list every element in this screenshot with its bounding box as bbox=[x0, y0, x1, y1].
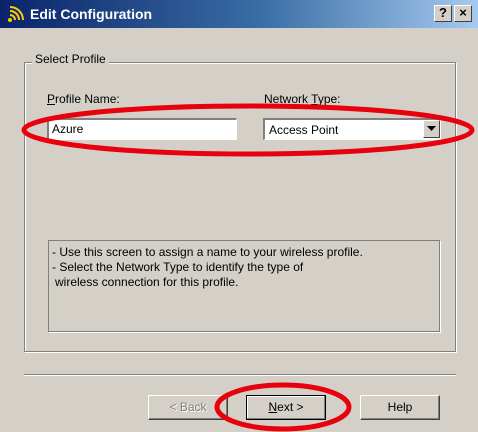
button-separator bbox=[24, 374, 456, 376]
dropdown-arrow-button[interactable] bbox=[423, 120, 440, 138]
network-type-select[interactable]: Access Point bbox=[263, 118, 441, 140]
profile-name-input[interactable]: Azure bbox=[47, 118, 237, 140]
next-label-text: ext > bbox=[277, 400, 304, 414]
title-close-button[interactable]: × bbox=[454, 5, 472, 22]
title-help-button[interactable]: ? bbox=[434, 5, 452, 22]
network-type-label-text-a: Network bbox=[264, 92, 312, 106]
window-title: Edit Configuration bbox=[30, 6, 153, 22]
help-button[interactable]: Help bbox=[360, 395, 440, 420]
network-type-mnemonic: T bbox=[311, 92, 318, 106]
network-type-value: Access Point bbox=[269, 123, 339, 137]
network-type-label: Network Type: bbox=[264, 92, 341, 106]
info-line-1: - Use this screen to assign a name to yo… bbox=[52, 245, 363, 259]
profile-name-label: Profile Name: bbox=[47, 92, 120, 106]
wireless-signal-icon bbox=[8, 6, 24, 22]
chevron-down-icon bbox=[427, 126, 436, 131]
next-button[interactable]: Next > bbox=[246, 395, 326, 420]
network-type-label-text-b: ype: bbox=[317, 92, 341, 106]
info-line-2: - Select the Network Type to identify th… bbox=[52, 260, 304, 274]
profile-name-label-text: rofile Name: bbox=[55, 92, 120, 106]
group-label: Select Profile bbox=[32, 52, 109, 66]
title-bar: Edit Configuration ? × bbox=[0, 0, 478, 28]
profile-name-mnemonic: P bbox=[47, 92, 56, 106]
info-line-3: wireless connection for this profile. bbox=[55, 275, 239, 289]
next-mnemonic: N bbox=[268, 400, 278, 414]
back-button[interactable]: < Back bbox=[148, 395, 228, 420]
